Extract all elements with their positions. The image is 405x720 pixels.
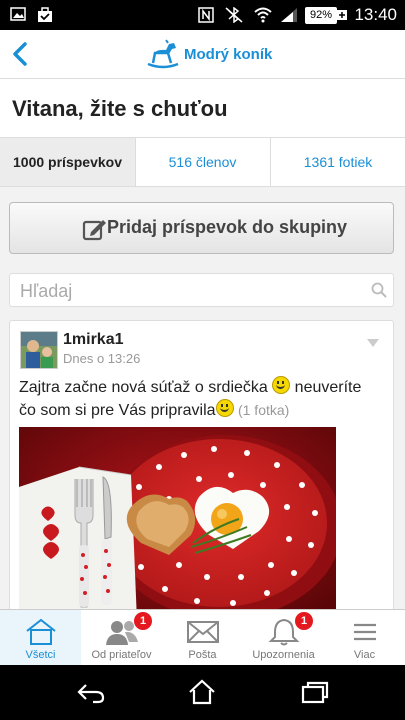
status-bar: 92% 13:40: [0, 0, 405, 30]
smiley-icon: [215, 399, 234, 417]
app-bar: Modrý koník: [0, 30, 405, 79]
nav-from-friends-label: Od priateľov: [91, 649, 152, 661]
nav-all[interactable]: Všetci: [0, 610, 81, 666]
tab-members[interactable]: 516 členov: [135, 138, 271, 186]
image-icon: [10, 7, 26, 21]
post-text-part1: Zajtra začne nová súťaž o srdiečka: [19, 379, 273, 396]
charging-plus-icon: [337, 10, 347, 20]
group-title: Vitana, žite s chuťou: [12, 96, 228, 121]
edit-icon: [82, 220, 106, 241]
nav-notifications[interactable]: 1 Upozornenia: [243, 610, 324, 666]
rocking-horse-icon: [147, 39, 179, 69]
home-icon: [26, 618, 56, 645]
nav-notifications-label: Upozornenia: [252, 649, 315, 661]
heart-eggs-plate-image: [19, 427, 336, 619]
clock: 13:40: [354, 5, 397, 24]
post-time: Dnes o 13:26: [63, 351, 141, 366]
signal-icon: [281, 8, 297, 22]
avatar[interactable]: [20, 331, 58, 369]
notifications-badge: 1: [295, 612, 313, 630]
system-navigation-bar: [0, 665, 405, 720]
search-icon[interactable]: [371, 282, 387, 298]
system-recents-icon[interactable]: [300, 681, 330, 705]
bluetooth-off-icon: [225, 7, 243, 23]
search-box: [9, 273, 394, 307]
tab-posts[interactable]: 1000 príspevkov: [0, 138, 136, 186]
back-arrow-icon[interactable]: [10, 40, 32, 68]
battery-indicator: 92%: [305, 7, 337, 24]
system-home-icon[interactable]: [188, 679, 216, 705]
smiley-icon: [272, 376, 291, 394]
group-header: Vitana, žite s chuťou: [0, 79, 405, 137]
menu-icon: [354, 623, 376, 641]
nav-all-label: Všetci: [25, 649, 56, 661]
bottom-navigation: Všetci 1 Od priateľov Pošta 1 Upozorneni…: [0, 609, 405, 666]
add-post-button[interactable]: Pridaj príspevok do skupiny: [9, 202, 394, 254]
post-menu-icon[interactable]: [367, 339, 379, 347]
nav-from-friends[interactable]: 1 Od priateľov: [81, 610, 162, 666]
add-post-label: Pridaj príspevok do skupiny: [107, 217, 348, 237]
post-text: Zajtra začne nová súťaž o srdiečka neuve…: [19, 376, 379, 422]
group-tabs: 1000 príspevkov 516 členov 1361 fotiek: [0, 137, 405, 187]
tab-photos[interactable]: 1361 fotiek: [271, 138, 405, 186]
brand-logo: Modrý koník: [146, 38, 272, 70]
mail-icon: [187, 621, 219, 643]
post-card: 1mirka1 Dnes o 13:26 Zajtra začne nová s…: [9, 320, 394, 620]
nav-more[interactable]: Viac: [324, 610, 405, 666]
post-author[interactable]: 1mirka1: [63, 331, 124, 349]
system-back-icon[interactable]: [76, 681, 106, 705]
friends-badge: 1: [134, 612, 152, 630]
nav-more-label: Viac: [353, 649, 376, 661]
avatar-photo: [21, 332, 57, 368]
nfc-icon: [198, 7, 214, 23]
post-photo[interactable]: [19, 427, 336, 619]
briefcase-check-icon: [38, 7, 52, 22]
photo-count[interactable]: (1 fotka): [238, 402, 289, 418]
wifi-icon: [254, 7, 272, 23]
nav-mail-label: Pošta: [188, 649, 217, 661]
nav-mail[interactable]: Pošta: [162, 610, 243, 666]
search-input[interactable]: [18, 278, 362, 304]
brand-name: Modrý koník: [184, 45, 273, 63]
